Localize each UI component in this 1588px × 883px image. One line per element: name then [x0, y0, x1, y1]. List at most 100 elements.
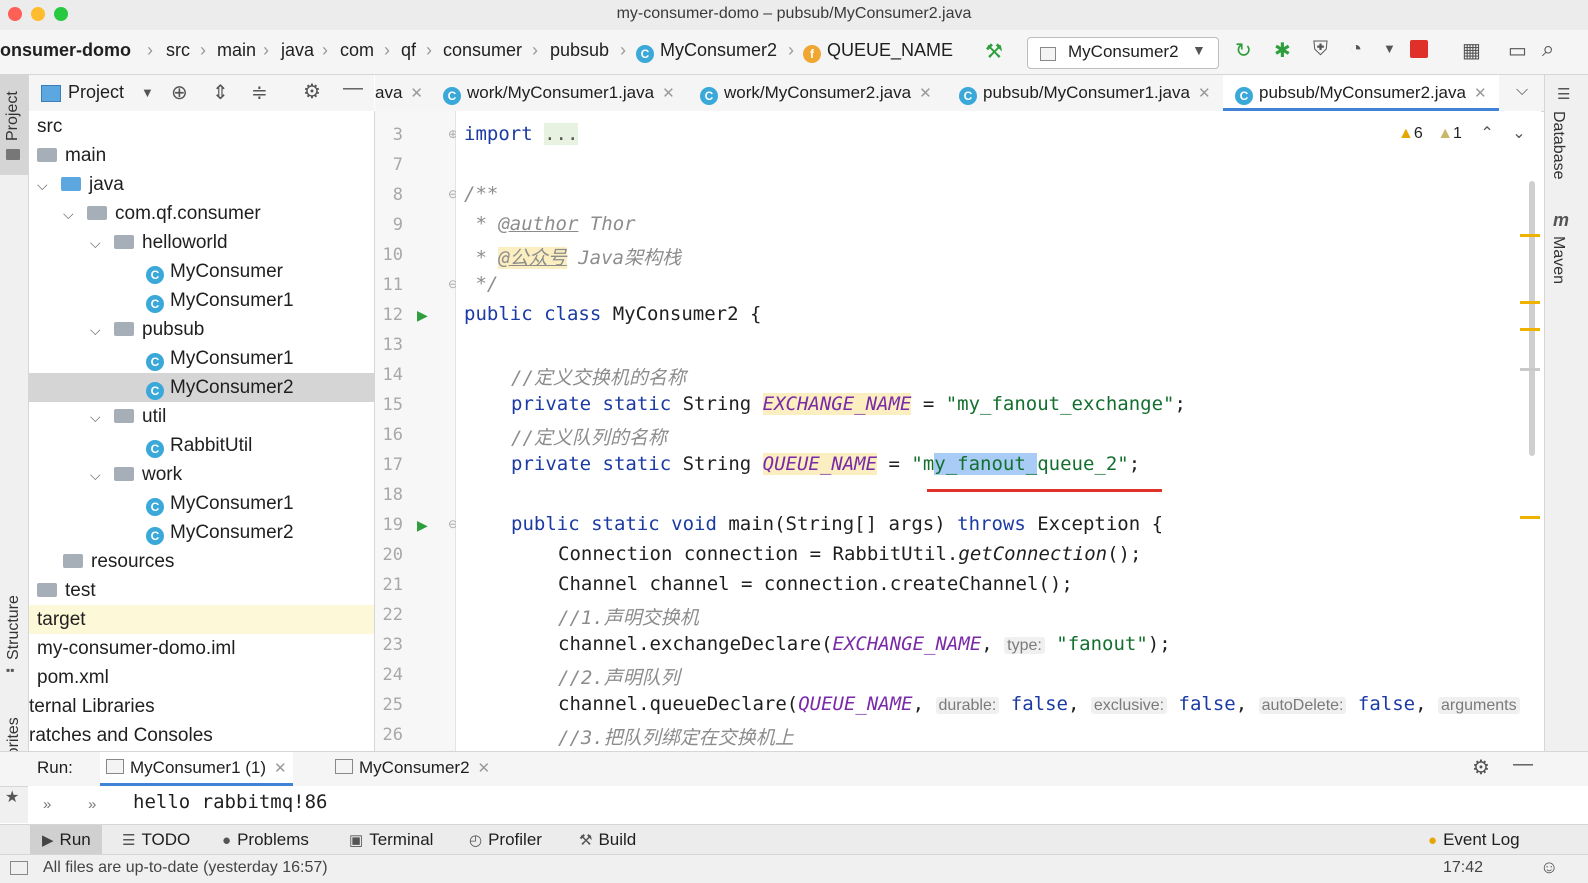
close-icon[interactable]: ✕: [919, 85, 932, 102]
tree-item-util[interactable]: ⌵ util: [29, 402, 374, 431]
close-icon[interactable]: ✕: [662, 85, 675, 102]
expand-all-icon[interactable]: ⇕: [212, 80, 229, 105]
event-log-tool-button[interactable]: ● Event Log: [1428, 830, 1520, 850]
tree-item-main[interactable]: main: [29, 141, 374, 170]
tree-item-class[interactable]: C MyConsumer1: [29, 286, 374, 315]
chevron-down-icon[interactable]: ⌵: [90, 316, 106, 345]
problems-tool-button[interactable]: ● Problems: [222, 830, 309, 850]
collapse-all-icon[interactable]: ≑: [251, 80, 268, 105]
project-tool-button[interactable]: Project: [0, 75, 28, 175]
run-tool-button[interactable]: ▶ Run: [30, 825, 102, 855]
tree-item-iml[interactable]: my-consumer-domo.iml: [29, 634, 374, 663]
chevron-down-icon[interactable]: ⌵: [90, 229, 106, 258]
stop-icon[interactable]: [1410, 40, 1428, 58]
breadcrumb-pubsub[interactable]: pubsub: [550, 40, 609, 61]
tree-item-external-libraries[interactable]: ternal Libraries: [29, 692, 374, 721]
tree-item-java[interactable]: ⌵ java: [29, 170, 374, 199]
chevron-down-icon[interactable]: ⌵: [90, 403, 106, 432]
editor-tab[interactable]: ava ✕: [375, 75, 423, 111]
project-panel-title[interactable]: Project: [68, 82, 124, 103]
expand-icon[interactable]: »: [43, 796, 51, 813]
editor-tab[interactable]: Cwork/MyConsumer2.java ✕: [700, 75, 932, 111]
breadcrumb-main[interactable]: main: [217, 40, 256, 61]
coverage-shield-icon[interactable]: ⛨: [1313, 38, 1328, 61]
chevron-up-icon[interactable]: ⌃: [1480, 125, 1493, 142]
profile-icon[interactable]: ◔: [1350, 38, 1362, 61]
database-tool-button[interactable]: ☰ Database: [1545, 85, 1588, 195]
vertical-scrollbar[interactable]: [1529, 181, 1535, 456]
run-gutter-icon[interactable]: ▶: [417, 307, 428, 324]
close-icon[interactable]: ✕: [478, 760, 491, 777]
tree-item-helloworld[interactable]: ⌵ helloworld: [29, 228, 374, 257]
warning-marker[interactable]: [1520, 328, 1540, 331]
gear-icon[interactable]: ⚙: [303, 79, 321, 104]
build-tool-button[interactable]: ⚒ Build: [579, 830, 636, 850]
warning-marker[interactable]: [1520, 234, 1540, 237]
run-console[interactable]: » » hello rabbitmq!86: [28, 786, 1588, 823]
close-icon[interactable]: ✕: [274, 760, 287, 777]
hide-panel-icon[interactable]: —: [343, 77, 363, 100]
chevron-down-icon[interactable]: ⌄: [1512, 125, 1525, 142]
chevron-down-icon[interactable]: ▼: [141, 85, 154, 100]
build-hammer-icon[interactable]: ⚒: [985, 39, 1003, 64]
search-icon[interactable]: ⌕: [1542, 36, 1554, 62]
terminal-window-icon[interactable]: ▭: [1508, 38, 1527, 63]
terminal-tool-button[interactable]: ▣ Terminal: [349, 830, 433, 850]
run-tab[interactable]: MyConsumer2 ✕: [335, 752, 490, 786]
run-configuration-select[interactable]: MyConsumer2 ▼: [1027, 37, 1219, 69]
gear-icon[interactable]: ⚙: [1472, 755, 1490, 780]
run-gutter-icon[interactable]: ▶: [417, 517, 428, 534]
tree-item-work[interactable]: ⌵ work: [29, 460, 374, 489]
chevron-down-icon[interactable]: ⌵: [90, 461, 106, 490]
chevron-down-icon[interactable]: ▼: [1383, 41, 1396, 56]
close-icon[interactable]: ✕: [1198, 85, 1211, 102]
warning-marker[interactable]: [1520, 516, 1540, 519]
breadcrumb-com[interactable]: com: [340, 40, 374, 61]
code-editor[interactable]: import ... /** * @author Thor * @公众号 Jav…: [456, 111, 1541, 751]
chevron-down-icon[interactable]: ⌵: [63, 200, 79, 229]
run-tab-active[interactable]: MyConsumer1 (1) ✕: [100, 752, 293, 786]
close-icon[interactable]: ✕: [410, 85, 423, 102]
tree-item-pubsub[interactable]: ⌵ pubsub: [29, 315, 374, 344]
breadcrumb-src[interactable]: src: [166, 40, 190, 61]
breadcrumb-class[interactable]: C MyConsumer2: [636, 40, 777, 63]
editor-tab[interactable]: Cwork/MyConsumer1.java ✕: [443, 75, 675, 111]
chevron-down-icon[interactable]: ⌵: [37, 171, 53, 200]
breadcrumb-field[interactable]: f QUEUE_NAME: [803, 40, 953, 63]
close-icon[interactable]: ✕: [1474, 85, 1487, 102]
inspector-icon[interactable]: ☺: [1540, 857, 1558, 878]
tree-item-class[interactable]: C MyConsumer1: [29, 489, 374, 518]
profiler-tool-button[interactable]: ◴ Profiler: [469, 830, 542, 850]
tree-item-class[interactable]: C MyConsumer: [29, 257, 374, 286]
breadcrumb-qf[interactable]: qf: [401, 40, 416, 61]
tree-item-pom[interactable]: pom.xml: [29, 663, 374, 692]
breadcrumb-java[interactable]: java: [281, 40, 314, 61]
editor-tab-active[interactable]: Cpubsub/MyConsumer2.java ✕: [1223, 75, 1499, 111]
tree-item-src[interactable]: src: [29, 112, 374, 141]
tree-item-class-selected[interactable]: C MyConsumer2: [29, 373, 374, 402]
tree-item-class[interactable]: C MyConsumer1: [29, 344, 374, 373]
expand-icon[interactable]: »: [88, 796, 96, 813]
tree-item-target[interactable]: target: [29, 605, 374, 634]
tree-item-package[interactable]: ⌵ com.qf.consumer: [29, 199, 374, 228]
chevron-down-icon[interactable]: ⌵: [1516, 82, 1528, 100]
locate-target-icon[interactable]: ⊕: [171, 80, 188, 105]
folded-imports[interactable]: ...: [544, 123, 579, 145]
tree-item-class[interactable]: C MyConsumer2: [29, 518, 374, 547]
breadcrumb-consumer[interactable]: consumer: [443, 40, 522, 61]
toggle-tool-windows-icon[interactable]: [10, 861, 28, 875]
tree-item-class[interactable]: C RabbitUtil: [29, 431, 374, 460]
tree-item-resources[interactable]: resources: [29, 547, 374, 576]
inspection-widget[interactable]: ▲6 ▲1 ⌃ ⌄: [1398, 123, 1526, 143]
warning-marker[interactable]: [1520, 301, 1540, 304]
editor-tab[interactable]: Cpubsub/MyConsumer1.java ✕: [959, 75, 1211, 111]
project-structure-icon[interactable]: ▦: [1462, 38, 1481, 63]
maven-tool-button[interactable]: m Maven: [1545, 210, 1588, 300]
info-marker[interactable]: [1520, 368, 1540, 371]
breadcrumb-project[interactable]: onsumer-domo: [0, 40, 131, 61]
tree-item-test[interactable]: test: [29, 576, 374, 605]
hide-panel-icon[interactable]: —: [1513, 753, 1533, 776]
rerun-icon[interactable]: ↻: [1235, 38, 1252, 63]
tree-item-scratches[interactable]: ratches and Consoles: [29, 721, 374, 750]
debug-bug-icon[interactable]: ✱: [1274, 38, 1291, 63]
